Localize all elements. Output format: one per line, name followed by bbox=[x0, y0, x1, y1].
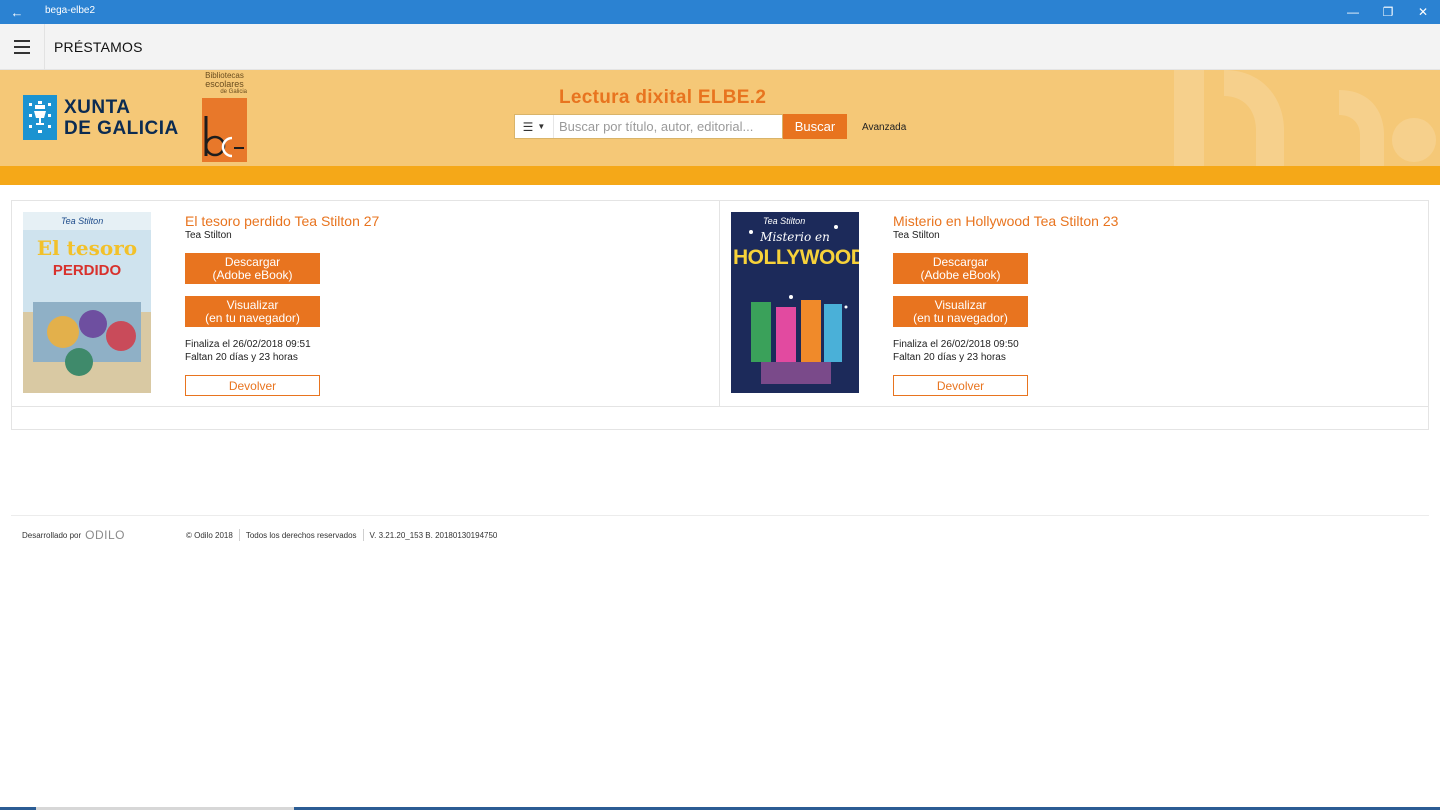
loan-card: Tea Stilton Misterio en HOLLYWOOD Mister… bbox=[720, 201, 1428, 407]
minimize-button[interactable]: — bbox=[1336, 0, 1370, 24]
cover-title-line2: PERDIDO bbox=[52, 262, 122, 279]
search-input[interactable] bbox=[555, 115, 782, 138]
book-cover[interactable]: Tea Stilton El tesoro PERDIDO bbox=[23, 212, 151, 393]
advanced-search-link[interactable]: Avanzada bbox=[862, 122, 906, 133]
cover-title-line2: HOLLYWOOD bbox=[733, 246, 859, 269]
minimize-icon: — bbox=[1347, 5, 1359, 19]
xunta-line2: DE GALICIA bbox=[64, 117, 179, 139]
download-sublabel: (Adobe eBook) bbox=[920, 267, 1001, 282]
app-header: PRÉSTAMOS bbox=[0, 24, 1440, 70]
loan-remaining: Faltan 20 días y 23 horas bbox=[893, 352, 1006, 363]
restore-button[interactable]: ❐ bbox=[1371, 0, 1405, 24]
book-title[interactable]: Misterio en Hollywood Tea Stilton 23 bbox=[893, 213, 1118, 229]
window-title: bega-elbe2 bbox=[45, 5, 96, 16]
close-icon: ✕ bbox=[1417, 5, 1429, 19]
footer-divider bbox=[11, 515, 1429, 516]
search-box: ☰ ▼ bbox=[514, 114, 783, 139]
close-button[interactable]: ✕ bbox=[1406, 0, 1440, 24]
decorative-letters-icon bbox=[1174, 70, 1436, 166]
view-online-button[interactable]: Visualizar (en tu navegador) bbox=[893, 296, 1028, 327]
hamburger-icon-line bbox=[14, 46, 30, 48]
cover-brand: Tea Stilton bbox=[61, 216, 104, 226]
return-button[interactable]: Devolver bbox=[893, 375, 1028, 396]
bega-glyph-icon bbox=[204, 116, 244, 158]
view-online-button[interactable]: Visualizar (en tu navegador) bbox=[185, 296, 320, 327]
xunta-shield-icon bbox=[23, 95, 57, 140]
book-title[interactable]: El tesoro perdido Tea Stilton 27 bbox=[185, 213, 379, 229]
developer-credit: Desarrollado por ODILO bbox=[22, 528, 186, 542]
bega-box bbox=[202, 98, 247, 162]
download-label: Descargar bbox=[224, 254, 281, 269]
download-button[interactable]: Descargar (Adobe eBook) bbox=[893, 253, 1028, 284]
view-sublabel: (en tu navegador) bbox=[913, 310, 1008, 325]
bega-logo[interactable]: Bibliotecas escolares de Galicia bbox=[202, 72, 247, 162]
loans-list: Tea Stilton El tesoro PERDIDO El tesoro … bbox=[11, 200, 1429, 430]
xunta-logo[interactable]: XUNTA DE GALICIA bbox=[23, 95, 179, 140]
return-button[interactable]: Devolver bbox=[185, 375, 320, 396]
download-sublabel: (Adobe eBook) bbox=[212, 267, 293, 282]
view-sublabel: (en tu navegador) bbox=[205, 310, 300, 325]
page-title: PRÉSTAMOS bbox=[54, 39, 143, 55]
banner-strip bbox=[0, 166, 1440, 185]
restore-icon: ❐ bbox=[1382, 5, 1394, 19]
cover-title-line1: El tesoro bbox=[36, 236, 138, 260]
book-author: Tea Stilton bbox=[893, 230, 940, 241]
cover-title-line1: Misterio en bbox=[760, 230, 830, 244]
xunta-line1: XUNTA bbox=[64, 96, 131, 118]
book-author: Tea Stilton bbox=[185, 230, 232, 241]
book-cover[interactable]: Tea Stilton Misterio en HOLLYWOOD bbox=[731, 212, 859, 393]
view-label: Visualizar bbox=[226, 297, 279, 312]
loan-end-date: Finaliza el 26/02/2018 09:50 bbox=[893, 339, 1019, 350]
list-icon: ☰ bbox=[522, 119, 534, 134]
arrow-left-icon: ← bbox=[10, 4, 24, 20]
back-button[interactable]: ← bbox=[0, 0, 34, 24]
menu-button[interactable] bbox=[0, 24, 45, 70]
loan-card: Tea Stilton El tesoro PERDIDO El tesoro … bbox=[12, 201, 720, 407]
view-label: Visualizar bbox=[934, 297, 987, 312]
search-button[interactable]: Buscar bbox=[783, 114, 847, 139]
cover-brand: Tea Stilton bbox=[763, 216, 806, 226]
hamburger-icon-line bbox=[14, 52, 30, 54]
caret-down-icon: ▼ bbox=[537, 122, 546, 131]
rights-text: Todos los derechos reservados bbox=[238, 529, 363, 541]
copyright-text: © Odilo 2018 bbox=[186, 530, 233, 540]
search-filter-dropdown[interactable]: ☰ ▼ bbox=[515, 115, 554, 138]
version-text: V. 3.21.20_153 B. 20180130194750 bbox=[362, 529, 504, 541]
loan-end-date: Finaliza el 26/02/2018 09:51 bbox=[185, 339, 311, 350]
bega-line2: escolares bbox=[205, 79, 244, 89]
developed-by-text: Desarrollado por bbox=[22, 530, 82, 540]
download-button[interactable]: Descargar (Adobe eBook) bbox=[185, 253, 320, 284]
header-banner: XUNTA DE GALICIA Bibliotecas escolares d… bbox=[0, 70, 1440, 166]
banner-title: Lectura dixital ELBE.2 bbox=[559, 87, 767, 108]
hamburger-icon bbox=[14, 40, 30, 42]
window-titlebar: ← bega-elbe2 — ❐ ✕ bbox=[0, 0, 1440, 24]
bega-line3: de Galicia bbox=[220, 89, 247, 95]
odilo-logo[interactable]: ODILO bbox=[85, 528, 125, 542]
footer: Desarrollado por ODILO © Odilo 2018 Todo… bbox=[22, 527, 503, 543]
loan-remaining: Faltan 20 días y 23 horas bbox=[185, 352, 298, 363]
download-label: Descargar bbox=[932, 254, 989, 269]
